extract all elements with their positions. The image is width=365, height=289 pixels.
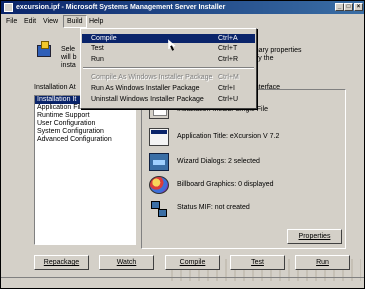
app-icon xyxy=(4,3,13,12)
installer-window: excursion.ipf - Microsoft Systems Manage… xyxy=(0,0,365,289)
menu-item-uninstall-msi[interactable]: Uninstall Windows Installer Package Ctrl+… xyxy=(82,95,255,104)
menu-item-label: Uninstall Windows Installer Package xyxy=(91,96,204,103)
palette-icon xyxy=(149,176,169,194)
network-icon xyxy=(149,199,169,217)
compile-button[interactable]: Compile xyxy=(165,255,220,270)
repackage-button-label: Repackage xyxy=(43,259,80,266)
installation-attributes-label: Installation At xyxy=(34,84,76,91)
menu-item-shortcut: Ctrl+I xyxy=(218,85,235,92)
menu-item-label: Run xyxy=(91,56,104,63)
test-button[interactable]: Test xyxy=(230,255,285,270)
list-item[interactable]: User Configuration xyxy=(35,120,135,128)
title-text: Application Title: eXcursion V 7.2 xyxy=(177,133,280,140)
wizard-icon xyxy=(149,153,169,171)
run-button[interactable]: Run xyxy=(295,255,350,270)
menu-item-run-msi[interactable]: Run As Windows Installer Package Ctrl+I xyxy=(82,84,255,93)
compile-button-label: Compile xyxy=(179,259,206,266)
watch-button-label: Watch xyxy=(116,259,137,266)
menu-item-shortcut: Ctrl+T xyxy=(218,45,238,52)
intro-text-right: mmary properties odify the xyxy=(247,47,347,63)
menu-item-run[interactable]: Run Ctrl+R xyxy=(82,55,255,64)
list-item[interactable]: System Configuration xyxy=(35,128,135,136)
minimize-icon[interactable]: _ xyxy=(335,3,344,11)
repackage-button[interactable]: Repackage xyxy=(34,255,89,270)
wizard-info-icon xyxy=(37,41,51,57)
title-bar[interactable]: excursion.ipf - Microsoft Systems Manage… xyxy=(1,1,364,14)
intro-right-line-2: odify the xyxy=(247,55,274,62)
menu-item-label: Compile xyxy=(91,35,117,42)
menu-view[interactable]: View xyxy=(40,15,61,28)
menu-bar: File Edit View Build Help xyxy=(1,15,364,28)
intro-right-line-1: mmary properties xyxy=(247,47,302,54)
properties-button-label: Properties xyxy=(298,233,331,240)
window-icon xyxy=(149,128,169,146)
menu-edit[interactable]: Edit xyxy=(21,15,39,28)
details-panel xyxy=(141,89,346,249)
list-item[interactable]: Advanced Configuration xyxy=(35,136,135,144)
billboard-text: Billboard Graphics: 0 displayed xyxy=(177,181,274,188)
menu-item-label: Test xyxy=(91,45,104,52)
menu-item-shortcut: Ctrl+A xyxy=(218,35,238,42)
menu-build[interactable]: Build xyxy=(63,15,87,28)
window-title: excursion.ipf - Microsoft Systems Manage… xyxy=(16,4,226,11)
menu-separator xyxy=(83,67,254,69)
menu-item-shortcut: Ctrl+U xyxy=(218,96,239,103)
attributes-list[interactable]: Installation It Application Files Runtim… xyxy=(34,95,136,245)
close-icon[interactable]: × xyxy=(354,3,363,11)
menu-item-shortcut: Ctrl+M xyxy=(218,74,239,81)
watch-button[interactable]: Watch xyxy=(99,255,154,270)
list-item[interactable]: Runtime Support xyxy=(35,112,135,120)
menu-file[interactable]: File xyxy=(3,15,20,28)
maximize-icon[interactable]: □ xyxy=(344,3,353,11)
run-button-label: Run xyxy=(316,259,329,266)
wizard-text: Wizard Dialogs: 2 selected xyxy=(177,158,260,165)
menu-item-shortcut: Ctrl+R xyxy=(218,56,239,63)
status-bar-divider xyxy=(1,277,364,278)
properties-button[interactable]: Properties xyxy=(287,229,342,244)
menu-item-label: Run As Windows Installer Package xyxy=(91,85,200,92)
menu-help[interactable]: Help xyxy=(86,15,106,28)
menu-item-label: Compile As Windows Installer Package xyxy=(91,74,213,81)
status-text: Status MIF: not created xyxy=(177,204,250,211)
test-button-label: Test xyxy=(251,259,264,266)
menu-item-compile-msi: Compile As Windows Installer Package Ctrl… xyxy=(82,73,255,82)
